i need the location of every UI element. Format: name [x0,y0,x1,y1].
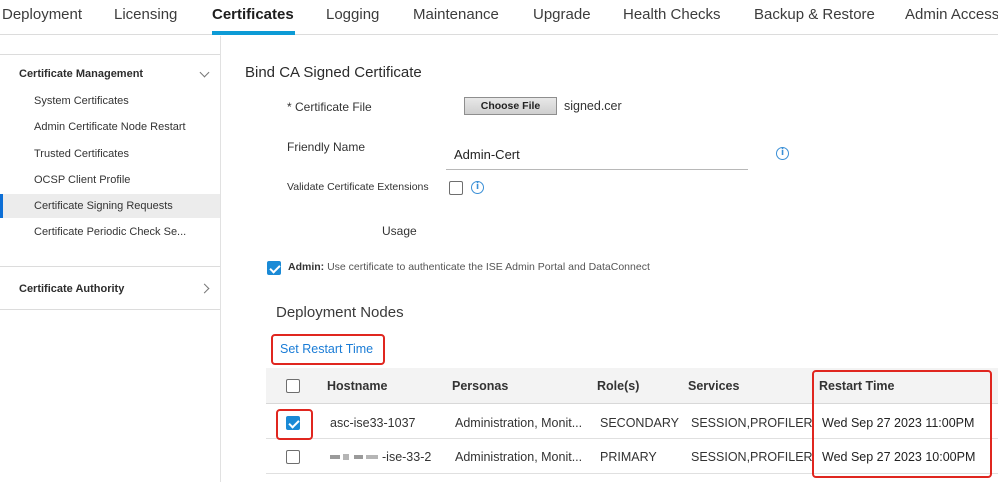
row-services: SESSION,PROFILER [691,416,813,430]
column-header-services[interactable]: Services [688,379,739,393]
tab-admin-access[interactable]: Admin Access [905,6,998,23]
row-services: SESSION,PROFILER [691,450,813,464]
validate-extensions-label: Validate Certificate Extensions [287,181,429,193]
row-role: PRIMARY [600,450,657,464]
tab-health-checks[interactable]: Health Checks [623,6,721,23]
active-tab-indicator [212,31,295,35]
friendly-name-label: Friendly Name [287,140,366,154]
highlight-restart-time-column [812,370,992,478]
validate-extensions-checkbox[interactable] [449,181,463,195]
tab-certificates[interactable]: Certificates [212,6,294,23]
certificate-file-label: * Certificate File [287,100,372,114]
row-role: SECONDARY [600,416,679,430]
tab-backup-restore[interactable]: Backup & Restore [754,6,875,23]
chevron-down-icon[interactable] [199,67,210,78]
tab-upgrade[interactable]: Upgrade [533,6,591,23]
sidebar-divider [0,309,220,310]
top-nav: Deployment Licensing Certificates Loggin… [0,0,998,35]
deployment-nodes-title: Deployment Nodes [276,304,404,321]
redacted-hostname-prefix [330,450,386,464]
admin-usage-description: Use certificate to authenticate the ISE … [327,261,650,273]
row-personas: Administration, Monit... [455,450,583,464]
redaction-mark [330,454,378,460]
column-header-personas[interactable]: Personas [452,379,508,393]
page-title: Bind CA Signed Certificate [245,64,422,81]
tab-logging[interactable]: Logging [326,6,379,23]
friendly-name-input[interactable] [446,140,748,170]
usage-label: Usage [382,224,417,238]
sidebar-item-admin-certificate-node-restart[interactable]: Admin Certificate Node Restart [0,115,220,139]
tab-deployment[interactable]: Deployment [2,6,82,23]
row-checkbox[interactable] [286,450,300,464]
choose-file-button[interactable]: Choose File [464,97,557,115]
column-header-roles[interactable]: Role(s) [597,379,639,393]
sidebar: Certificate Management System Certificat… [0,36,221,482]
sidebar-item-certificate-signing-requests[interactable]: Certificate Signing Requests [0,194,220,218]
sidebar-item-system-certificates[interactable]: System Certificates [0,89,220,113]
selected-file-name: signed.cer [564,99,622,113]
row-hostname: asc-ise33-1037 [330,416,416,430]
row-hostname: -ise-33-2 [382,450,432,464]
sidebar-item-certificate-periodic-check[interactable]: Certificate Periodic Check Se... [0,220,220,244]
tab-maintenance[interactable]: Maintenance [413,6,499,23]
admin-usage-label: Admin: [288,261,325,273]
sidebar-item-trusted-certificates[interactable]: Trusted Certificates [0,142,220,166]
chevron-right-icon[interactable] [199,283,210,294]
info-icon[interactable]: i [776,147,789,160]
select-all-checkbox[interactable] [286,379,300,393]
info-icon[interactable]: i [471,181,484,194]
column-header-hostname[interactable]: Hostname [327,379,387,393]
sidebar-item-ocsp-client-profile[interactable]: OCSP Client Profile [0,168,220,192]
highlight-row-checkbox [276,409,313,440]
row-personas: Administration, Monit... [455,416,583,430]
highlight-set-restart-time [271,334,385,365]
sidebar-divider [0,266,220,267]
sidebar-section-certificate-management[interactable]: Certificate Management [19,68,143,80]
sidebar-section-certificate-authority[interactable]: Certificate Authority [19,283,124,295]
admin-usage-checkbox[interactable] [267,261,281,275]
tab-licensing[interactable]: Licensing [114,6,177,23]
admin-usage-text: Admin: Use certificate to authenticate t… [288,261,650,273]
sidebar-divider [0,54,220,55]
